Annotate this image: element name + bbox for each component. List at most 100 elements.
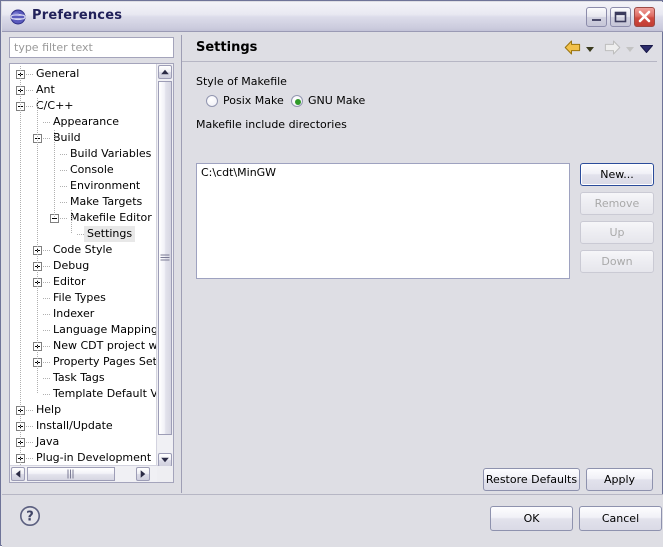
tree-horizontal-scroll-thumb[interactable] (27, 467, 115, 481)
radio-posix-make-label[interactable]: Posix Make (223, 94, 284, 107)
tree-item-label[interactable]: Help (36, 402, 61, 418)
tree-item-java[interactable]: Java (10, 434, 158, 450)
include-directories-list[interactable]: C:\cdt\MinGW (196, 163, 570, 279)
list-item[interactable]: C:\cdt\MinGW (201, 166, 276, 179)
radio-gnu-make-label[interactable]: GNU Make (308, 94, 365, 107)
svg-text:?: ? (26, 510, 34, 525)
tree-connector (43, 394, 51, 395)
tree-item-build[interactable]: Build (10, 130, 158, 146)
tree-item-label[interactable]: Template Default Val (53, 386, 158, 402)
tree-connector (43, 346, 51, 347)
scroll-left-button[interactable] (11, 467, 25, 481)
tree-item-label[interactable]: Build (53, 130, 81, 146)
tree-item-label[interactable]: General (36, 66, 79, 82)
apply-button[interactable]: Apply (586, 468, 653, 491)
scroll-down-button[interactable] (158, 453, 172, 467)
tree-item-label[interactable]: Console (70, 162, 114, 178)
tree-item-label[interactable]: File Types (53, 290, 106, 306)
tree-item-label[interactable]: Indexer (53, 306, 94, 322)
tree-item-makefile-editor[interactable]: Makefile Editor (10, 210, 158, 226)
up-button: Up (580, 221, 654, 244)
tree-item-new-cdt-project-wiz[interactable]: New CDT project wiz (10, 338, 158, 354)
tree-item-indexer[interactable]: Indexer (10, 306, 158, 322)
tree-item-label[interactable]: Java (36, 434, 59, 450)
down-button: Down (580, 250, 654, 273)
search-input[interactable] (9, 37, 174, 58)
apply-bar: Restore Defaults Apply (181, 461, 658, 493)
tree-item-environment[interactable]: Environment (10, 178, 158, 194)
tree-item-ant[interactable]: Ant (10, 82, 158, 98)
tree-item-file-types[interactable]: File Types (10, 290, 158, 306)
tree-item-label[interactable]: Editor (53, 274, 86, 290)
tree-item-label[interactable]: Task Tags (53, 370, 105, 386)
forward-arrow-icon (604, 40, 621, 58)
tree-item-general[interactable]: General (10, 66, 158, 82)
tree-connector (43, 282, 51, 283)
tree-horizontal-scrollbar[interactable] (10, 465, 158, 482)
tree-item-language-mappings[interactable]: Language Mappings (10, 322, 158, 338)
tree-item-help[interactable]: Help (10, 402, 158, 418)
tree-guide-line (54, 130, 55, 218)
tree-item-editor[interactable]: Editor (10, 274, 158, 290)
tree-connector (43, 362, 51, 363)
tree-item-label[interactable]: New CDT project wiz (53, 338, 158, 354)
tree-vertical-scroll-thumb[interactable] (158, 81, 172, 435)
tree-item-template-default-val[interactable]: Template Default Val (10, 386, 158, 402)
tree-item-label[interactable]: Make Targets (70, 194, 142, 210)
tree-item-install-update[interactable]: Install/Update (10, 418, 158, 434)
tree-item-settings[interactable]: Settings (10, 226, 158, 242)
back-history-caret-icon[interactable] (586, 47, 594, 52)
tree-item-code-style[interactable]: Code Style (10, 242, 158, 258)
tree-item-build-variables[interactable]: Build Variables (10, 146, 158, 162)
cancel-button[interactable]: Cancel (579, 506, 662, 531)
tree-connector (26, 106, 34, 107)
tree-item-label[interactable]: C/C++ (36, 98, 74, 114)
tree-item-task-tags[interactable]: Task Tags (10, 370, 158, 386)
radio-selected-dot (295, 99, 301, 105)
tree-item-label[interactable]: Code Style (53, 242, 112, 258)
tree-item-label[interactable]: Ant (36, 82, 55, 98)
restore-defaults-button[interactable]: Restore Defaults (483, 468, 580, 491)
tree-item-label[interactable]: Makefile Editor (70, 210, 152, 226)
tree-connector (43, 138, 51, 139)
new-button[interactable]: New... (580, 163, 654, 186)
scroll-up-button[interactable] (158, 65, 172, 79)
tree-item-label[interactable]: Environment (70, 178, 140, 194)
tree-item-label[interactable]: Debug (53, 258, 89, 274)
tree-item-plug-in-development[interactable]: Plug-in Development (10, 450, 158, 466)
tree-item-make-targets[interactable]: Make Targets (10, 194, 158, 210)
radio-posix-make[interactable] (206, 95, 218, 107)
tree-connector (43, 330, 51, 331)
tree-vertical-scrollbar[interactable] (156, 64, 173, 468)
tree-item-debug[interactable]: Debug (10, 258, 158, 274)
tree-connector (26, 442, 34, 443)
tree-item-label[interactable]: Plug-in Development (36, 450, 151, 466)
tree-item-c-c[interactable]: C/C++ (10, 98, 158, 114)
tree-connector (43, 314, 51, 315)
back-arrow-icon[interactable] (564, 40, 581, 58)
tree-item-label[interactable]: Property Pages Setti (53, 354, 158, 370)
tree-guide-line (37, 98, 38, 394)
ok-button[interactable]: OK (490, 506, 573, 531)
radio-gnu-make[interactable] (291, 95, 303, 107)
tree-item-label[interactable]: Install/Update (36, 418, 113, 434)
tree-item-appearance[interactable]: Appearance (10, 114, 158, 130)
tree-item-label[interactable]: Language Mappings (53, 322, 158, 338)
tree-connector (43, 250, 51, 251)
tree-item-label[interactable]: Appearance (53, 114, 119, 130)
maximize-button[interactable] (610, 7, 631, 27)
tree-item-console[interactable]: Console (10, 162, 158, 178)
scroll-right-button[interactable] (136, 467, 150, 481)
help-icon[interactable]: ? (19, 505, 41, 527)
tree-item-label[interactable]: Build Variables (70, 146, 151, 162)
close-button[interactable] (634, 7, 655, 27)
forward-history-caret-icon (626, 47, 634, 52)
tree-connector (43, 266, 51, 267)
tree-item-label[interactable]: Settings (84, 226, 136, 242)
view-menu-icon[interactable] (640, 43, 653, 56)
tree-connector (60, 218, 68, 219)
minimize-button[interactable] (586, 7, 607, 27)
remove-button: Remove (580, 192, 654, 215)
tree-item-property-pages-setti[interactable]: Property Pages Setti (10, 354, 158, 370)
preference-tree[interactable]: General Ant C/C++ Appearance Build Build Vari… (9, 63, 174, 483)
